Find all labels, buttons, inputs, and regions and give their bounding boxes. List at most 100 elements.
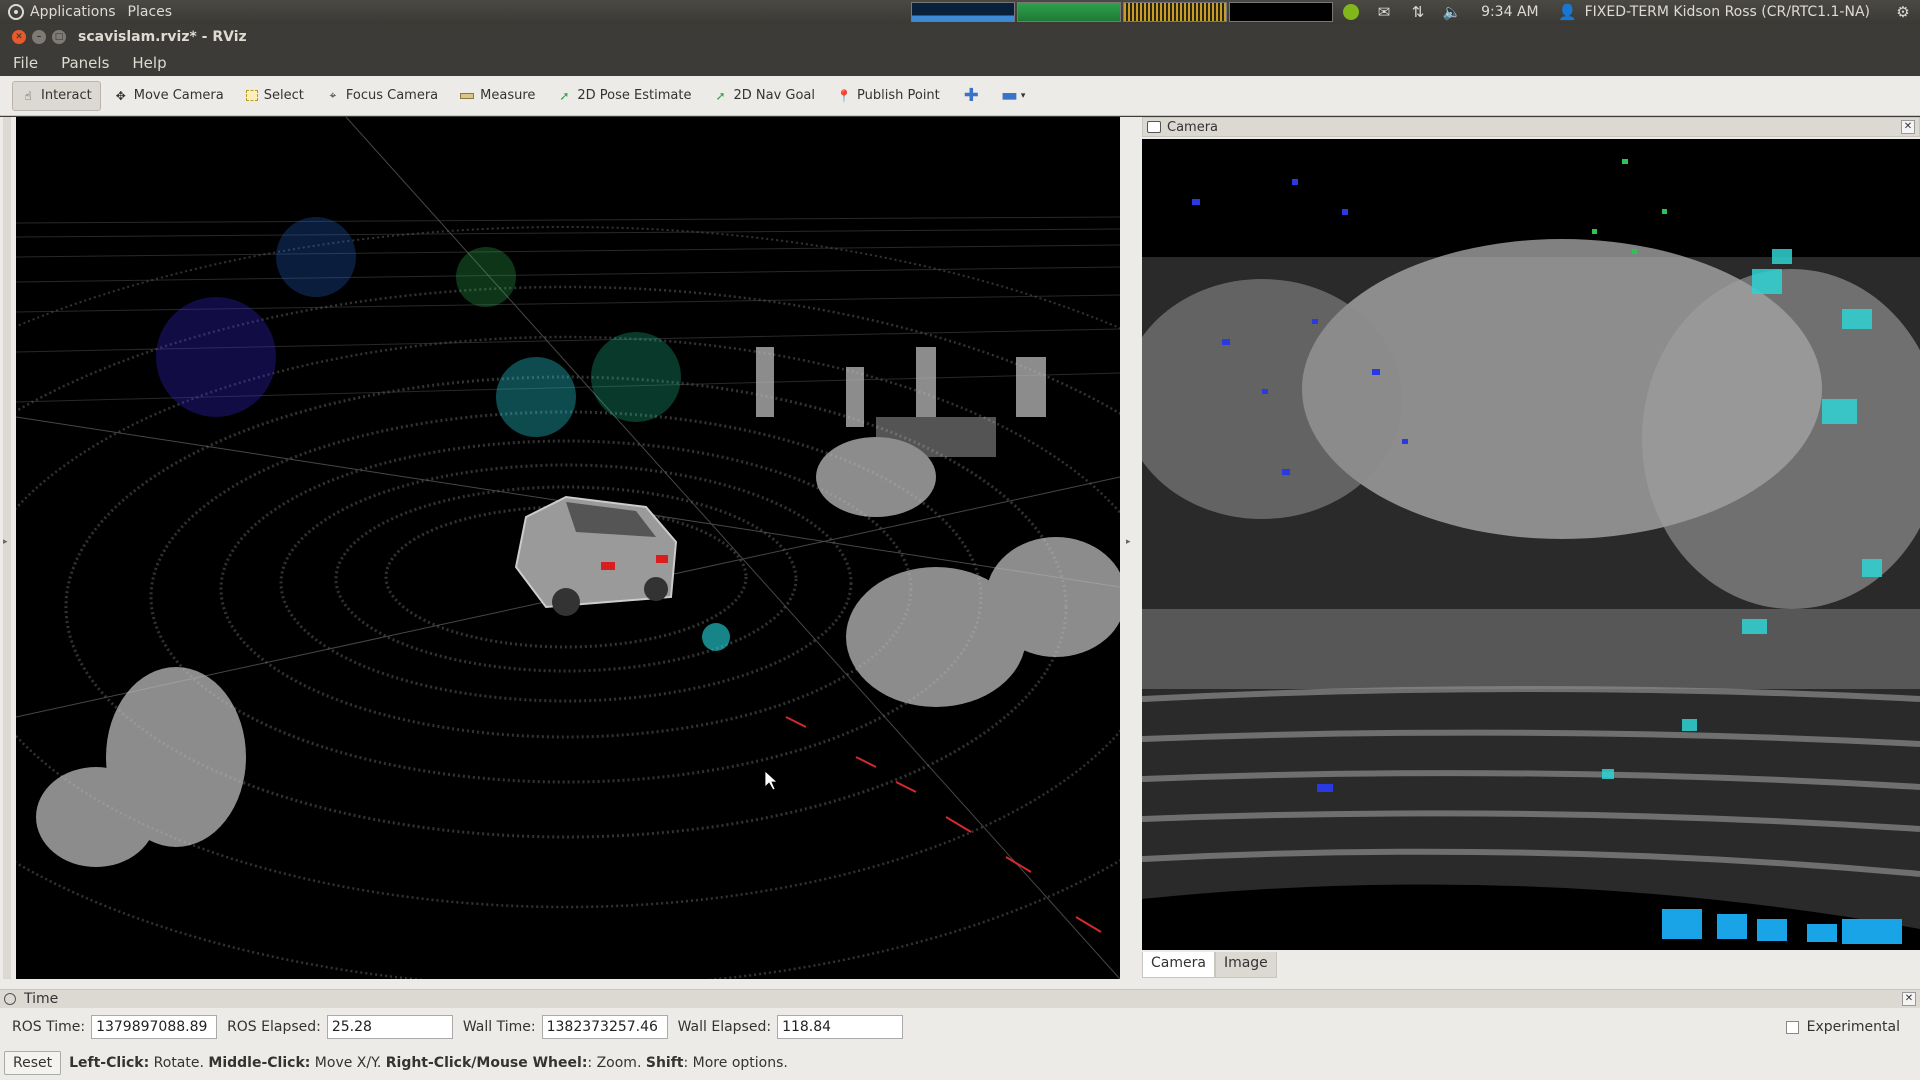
- camera-panel-header[interactable]: Camera ✕: [1142, 117, 1920, 137]
- mouse-cursor: [764, 770, 779, 791]
- select-tool-label: Select: [263, 88, 304, 103]
- status-hint-options: : More options.: [683, 1054, 788, 1071]
- move-arrows-icon: ✥: [115, 88, 126, 103]
- window-maximize-button[interactable]: □: [52, 30, 66, 44]
- applications-menu[interactable]: Applications: [30, 4, 116, 20]
- clock[interactable]: 9:34 AM: [1481, 4, 1539, 20]
- status-bar: Reset Left-Click: Rotate. Middle-Click: …: [0, 1045, 1920, 1080]
- pose-estimate-tool-button[interactable]: ➚ 2D Pose Estimate: [548, 81, 700, 111]
- clock-icon: [4, 993, 16, 1005]
- disk-monitor-graph[interactable]: [1229, 2, 1334, 22]
- interact-tool-button[interactable]: ☝ Interact: [12, 80, 101, 111]
- crosshair-icon: ⌖: [329, 88, 337, 102]
- camera-panel-title: Camera: [1167, 119, 1219, 135]
- mail-icon[interactable]: ✉: [1373, 3, 1395, 21]
- ros-time-label: ROS Time:: [12, 1019, 86, 1035]
- time-fields-row: ROS Time: ROS Elapsed: Wall Time: Wall E…: [0, 1008, 1920, 1046]
- green-arrow-icon: ➚: [559, 88, 570, 103]
- user-icon: 👤: [1558, 3, 1577, 21]
- plus-icon: ✚: [963, 85, 979, 106]
- window-titlebar: ✕ – □ scavislam.rviz* - RViz: [0, 24, 1920, 50]
- experimental-option[interactable]: Experimental: [1785, 1019, 1900, 1035]
- experimental-label: Experimental: [1806, 1019, 1900, 1035]
- user-menu[interactable]: FIXED-TERM Kidson Ross (CR/RTC1.1-NA): [1585, 4, 1870, 20]
- status-hint-zoom: : Zoom.: [587, 1054, 646, 1071]
- wall-time-label: Wall Time:: [462, 1019, 536, 1035]
- camera-panel-tabs: Camera Image: [1142, 952, 1277, 978]
- ubuntu-logo-icon[interactable]: [8, 4, 24, 20]
- cpu-monitor-graph[interactable]: [1123, 2, 1228, 22]
- move-camera-tool-label: Move Camera: [133, 88, 224, 103]
- measure-tool-button[interactable]: Measure: [451, 81, 544, 111]
- system-top-bar: Applications Places ✉ ⇅ 🔈 9:34 AM 👤 FIXE…: [0, 0, 1920, 24]
- network-icon[interactable]: ⇅: [1407, 3, 1429, 21]
- wall-elapsed-field[interactable]: [777, 1015, 904, 1039]
- interact-tool-label: Interact: [41, 88, 92, 103]
- network-monitor-graph[interactable]: [911, 2, 1016, 22]
- memory-monitor-graph[interactable]: [1017, 2, 1122, 22]
- trajectory-arrows: [785, 716, 1102, 933]
- remove-tool-button[interactable]: ▬ ▾: [994, 81, 1033, 111]
- map-pin-icon: 📍: [836, 88, 852, 103]
- focus-camera-tool-button[interactable]: ⌖ Focus Camera: [317, 81, 447, 111]
- point-cloud-scene: [16, 117, 1120, 979]
- tools-toolbar: ☝ Interact ✥ Move Camera Select ⌖ Focus …: [0, 76, 1920, 116]
- 3d-render-view[interactable]: [16, 117, 1120, 979]
- car-model: [514, 495, 678, 616]
- ros-time-field[interactable]: [91, 1015, 218, 1039]
- status-hint-right-click: Right-Click/Mouse Wheel:: [385, 1054, 588, 1071]
- minus-icon: ▬: [1000, 85, 1018, 106]
- camera-panel: Camera ✕ Camera Image: [1142, 117, 1920, 979]
- camera-icon: [1147, 121, 1161, 133]
- nav-goal-tool-button[interactable]: ➚ 2D Nav Goal: [704, 81, 824, 111]
- window-minimize-button[interactable]: –: [32, 30, 46, 44]
- status-hint-left-click: Left-Click:: [69, 1054, 150, 1071]
- wall-time-field[interactable]: [541, 1015, 668, 1039]
- time-panel: Time ✕ ROS Time: ROS Elapsed: Wall Time:…: [0, 989, 1920, 1045]
- time-panel-header[interactable]: Time ✕: [0, 990, 1920, 1008]
- reset-button[interactable]: Reset: [4, 1050, 62, 1075]
- publish-point-tool-label: Publish Point: [857, 88, 940, 103]
- time-panel-title: Time: [24, 991, 59, 1007]
- camera-scene: [1142, 159, 1920, 950]
- menu-help[interactable]: Help: [132, 54, 166, 72]
- hand-icon: ☝: [24, 88, 32, 103]
- tab-image[interactable]: Image: [1214, 952, 1277, 978]
- wall-elapsed-label: Wall Elapsed:: [677, 1019, 772, 1035]
- left-dock-handle[interactable]: [3, 117, 11, 979]
- nav-goal-tool-label: 2D Nav Goal: [733, 88, 816, 103]
- camera-panel-close-button[interactable]: ✕: [1901, 120, 1915, 134]
- time-panel-close-button[interactable]: ✕: [1902, 992, 1916, 1006]
- focus-camera-tool-label: Focus Camera: [345, 88, 439, 103]
- ros-elapsed-label: ROS Elapsed:: [227, 1019, 321, 1035]
- status-hint-rotate: Rotate.: [149, 1054, 209, 1071]
- green-feature-points: [1592, 159, 1667, 254]
- right-dock-handle[interactable]: [1122, 117, 1138, 979]
- main-area: Camera ✕: [0, 117, 1920, 989]
- window-title: scavislam.rviz* - RViz: [78, 29, 247, 45]
- window-close-button[interactable]: ✕: [12, 30, 26, 44]
- status-hint-middle-click: Middle-Click:: [208, 1054, 311, 1071]
- places-menu[interactable]: Places: [128, 4, 173, 20]
- spotify-icon[interactable]: [1343, 4, 1360, 20]
- ros-elapsed-field[interactable]: [326, 1015, 453, 1039]
- measure-tool-label: Measure: [480, 88, 536, 103]
- menu-file[interactable]: File: [13, 54, 38, 72]
- tab-camera[interactable]: Camera: [1142, 952, 1215, 978]
- select-tool-button[interactable]: Select: [237, 81, 313, 111]
- menu-bar: File Panels Help: [0, 50, 1920, 76]
- add-tool-button[interactable]: ✚: [953, 81, 990, 111]
- ruler-icon: [460, 92, 475, 99]
- move-camera-tool-button[interactable]: ✥ Move Camera: [105, 81, 233, 111]
- camera-image-view[interactable]: [1142, 139, 1920, 950]
- experimental-checkbox[interactable]: [1785, 1020, 1799, 1034]
- volume-icon[interactable]: 🔈: [1441, 3, 1463, 21]
- status-hint-move: Move X/Y.: [310, 1054, 386, 1071]
- select-box-icon: [245, 90, 258, 101]
- gear-icon[interactable]: ⚙: [1892, 3, 1914, 21]
- menu-panels[interactable]: Panels: [61, 54, 109, 72]
- status-hint-shift: Shift: [645, 1054, 684, 1071]
- pose-estimate-tool-label: 2D Pose Estimate: [577, 88, 692, 103]
- chevron-down-icon: ▾: [1020, 90, 1026, 101]
- publish-point-tool-button[interactable]: 📍 Publish Point: [828, 81, 949, 111]
